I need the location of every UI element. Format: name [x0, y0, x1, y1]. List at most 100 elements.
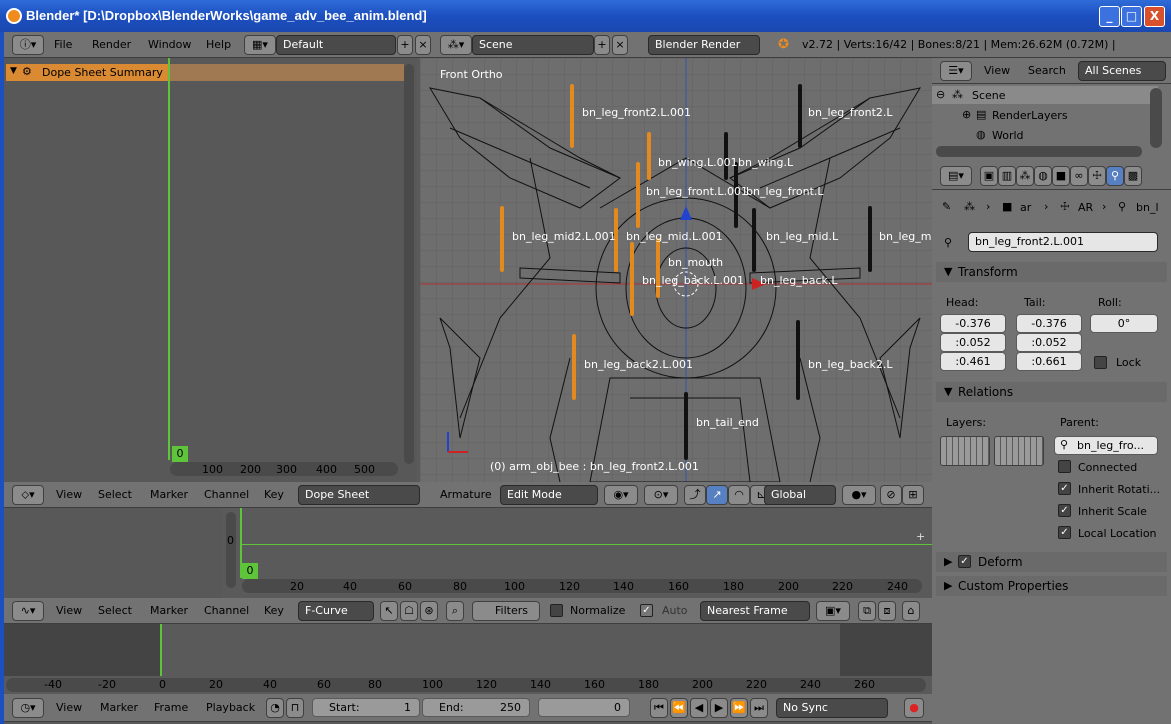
target-icon[interactable]: ⊛ — [420, 601, 438, 621]
bone-constraints-tab-icon[interactable]: ▩ — [1124, 166, 1142, 186]
dopesheet-mode-select[interactable]: Dope Sheet — [298, 485, 420, 505]
outliner-filter-select[interactable]: All Scenes — [1078, 61, 1166, 81]
graph-menu-marker[interactable]: Marker — [150, 598, 188, 624]
breadcrumb-bone[interactable]: bn_l — [1136, 201, 1159, 214]
graph-editor[interactable]: 0 0 20 40 60 80 100 120 140 160 180 200 … — [4, 508, 932, 598]
parent-field[interactable]: bn_leg_fro... — [1054, 436, 1158, 455]
layer-icon[interactable]: ●▾ — [842, 485, 876, 505]
layout-field[interactable]: Default — [276, 35, 396, 55]
dopesheet-scrollbar-v[interactable] — [404, 64, 414, 464]
graph-menu-select[interactable]: Select — [98, 598, 132, 624]
graph-menu-key[interactable]: Key — [264, 598, 284, 624]
world-tab-icon[interactable]: ◍ — [1034, 166, 1052, 186]
start-frame-field[interactable]: Start: 1 — [312, 698, 420, 717]
grid-snap-icon[interactable]: ⊞ — [902, 485, 924, 505]
lock-icon[interactable]: ⌂ — [902, 601, 920, 621]
scene-remove-icon[interactable]: × — [612, 35, 628, 55]
expand-icon[interactable]: ▼ — [10, 66, 17, 76]
pivot-select-icon[interactable]: ▣▾ — [816, 601, 850, 621]
add-region-icon[interactable]: + — [916, 530, 925, 543]
layout-icon[interactable]: ▦▾ — [244, 35, 276, 55]
search-icon[interactable]: ⌕ — [446, 601, 464, 621]
local-location-checkbox[interactable]: ✓ — [1058, 526, 1071, 539]
collapse-icon[interactable]: ⊖ — [936, 88, 945, 101]
paste-icon[interactable]: ⧈ — [878, 601, 896, 621]
pivot-icon[interactable]: ⊙▾ — [644, 485, 678, 505]
render-engine-select[interactable]: Blender Render — [648, 35, 760, 55]
normalize-checkbox[interactable] — [550, 604, 563, 617]
sync-select[interactable]: No Sync — [776, 698, 888, 718]
prev-keyframe-icon[interactable]: ⏪ — [670, 698, 688, 718]
relations-panel-header[interactable]: ▼ Relations — [936, 382, 1167, 402]
info-editor-icon[interactable]: ⓘ▾ — [12, 35, 44, 55]
current-frame-badge[interactable]: 0 — [172, 446, 188, 462]
collapse-icon[interactable]: ▼ — [944, 385, 952, 398]
graph-frame-badge[interactable]: 0 — [242, 563, 258, 579]
manipulator-icon[interactable]: ⤴ — [684, 485, 706, 505]
outliner-menu-search[interactable]: Search — [1028, 58, 1066, 84]
tl-menu-playback[interactable]: Playback — [206, 694, 255, 722]
tail-y-field[interactable]: :0.052 — [1016, 333, 1082, 352]
translate-icon[interactable]: ↗ — [706, 485, 728, 505]
scene-add-icon[interactable]: + — [594, 35, 610, 55]
properties-editor-icon[interactable]: ▤▾ — [940, 166, 972, 186]
inherit-rotation-checkbox[interactable]: ✓ — [1058, 482, 1071, 495]
timeline-scrollbar[interactable] — [6, 678, 926, 692]
outliner-row-scene[interactable]: ⊖ ⁂ Scene — [932, 86, 1158, 104]
3d-viewport[interactable]: Front Ortho bn_leg_front2.L.001 bn_leg_f… — [420, 58, 932, 482]
dopesheet-summary-channel[interactable]: ▼ ⚙ Dope Sheet Summary — [6, 64, 168, 81]
current-frame-field[interactable]: 0 — [538, 698, 630, 717]
menu-help[interactable]: Help — [206, 32, 231, 58]
layers-tab-icon[interactable]: ▥ — [998, 166, 1016, 186]
auto-checkbox[interactable]: ✓ — [640, 604, 653, 617]
armature-tab-icon[interactable]: ☩ — [1088, 166, 1106, 186]
bone-tab-icon[interactable]: ⚲ — [1106, 166, 1124, 186]
pin-icon[interactable]: ✎ — [942, 200, 951, 213]
outliner-scrollbar-h[interactable] — [936, 146, 1142, 157]
outliner-menu-view[interactable]: View — [984, 58, 1010, 84]
filters-button[interactable]: Filters — [472, 601, 540, 621]
scene-field[interactable]: Scene — [472, 35, 594, 55]
minimize-button[interactable]: _ — [1099, 6, 1120, 27]
play-icon[interactable]: ▶ — [710, 698, 728, 718]
head-y-field[interactable]: :0.052 — [940, 333, 1006, 352]
dopesheet-editor-icon[interactable]: ⬦▾ — [12, 485, 44, 505]
ghost-icon[interactable]: ☖ — [400, 601, 418, 621]
bone-name-input[interactable]: bn_leg_front2.L.001 — [968, 232, 1158, 252]
breadcrumb-armature[interactable]: AR — [1078, 201, 1093, 214]
ds-menu-channel[interactable]: Channel — [204, 482, 249, 508]
lock-checkbox[interactable] — [1094, 356, 1107, 369]
connected-checkbox[interactable] — [1058, 460, 1071, 473]
outliner-editor-icon[interactable]: ☰▾ — [940, 61, 972, 81]
render-tab-icon[interactable]: ▣ — [980, 166, 998, 186]
deform-checkbox[interactable]: ✓ — [958, 555, 971, 568]
graph-mode-select[interactable]: F-Curve — [298, 601, 374, 621]
maximize-button[interactable]: □ — [1121, 6, 1142, 27]
scene-icon[interactable]: ⁂▾ — [440, 35, 472, 55]
transform-panel-header[interactable]: ▼ Transform — [936, 262, 1167, 282]
menu-window[interactable]: Window — [148, 32, 191, 58]
tl-menu-view[interactable]: View — [56, 694, 82, 722]
cursor-icon[interactable]: ↖ — [380, 601, 398, 621]
breadcrumb-object[interactable]: ar — [1020, 201, 1031, 214]
collapse-icon[interactable]: ▼ — [944, 265, 952, 278]
close-button[interactable]: X — [1144, 6, 1165, 27]
graph-editor-icon[interactable]: ∿▾ — [12, 601, 44, 621]
menu-file[interactable]: File — [54, 32, 72, 58]
expand-icon[interactable]: ▶ — [944, 555, 952, 568]
lock-icon[interactable]: ⊓ — [286, 698, 304, 718]
head-z-field[interactable]: :0.461 — [940, 352, 1006, 371]
copy-icon[interactable]: ⧉ — [858, 601, 876, 621]
outliner-scrollbar-v[interactable] — [1150, 88, 1162, 148]
tail-z-field[interactable]: :0.661 — [1016, 352, 1082, 371]
graph-menu-channel[interactable]: Channel — [204, 598, 249, 624]
inherit-scale-checkbox[interactable]: ✓ — [1058, 504, 1071, 517]
end-frame-field[interactable]: End: 250 — [422, 698, 530, 717]
ds-menu-select[interactable]: Select — [98, 482, 132, 508]
orientation-select[interactable]: Global — [764, 485, 836, 505]
clock-icon[interactable]: ◔ — [266, 698, 284, 718]
constraints-tab-icon[interactable]: ∞ — [1070, 166, 1088, 186]
rotate-icon[interactable]: ◠ — [728, 485, 750, 505]
expand-icon[interactable]: ⊕ — [962, 108, 971, 121]
bone-layers-grid[interactable] — [994, 436, 1044, 466]
